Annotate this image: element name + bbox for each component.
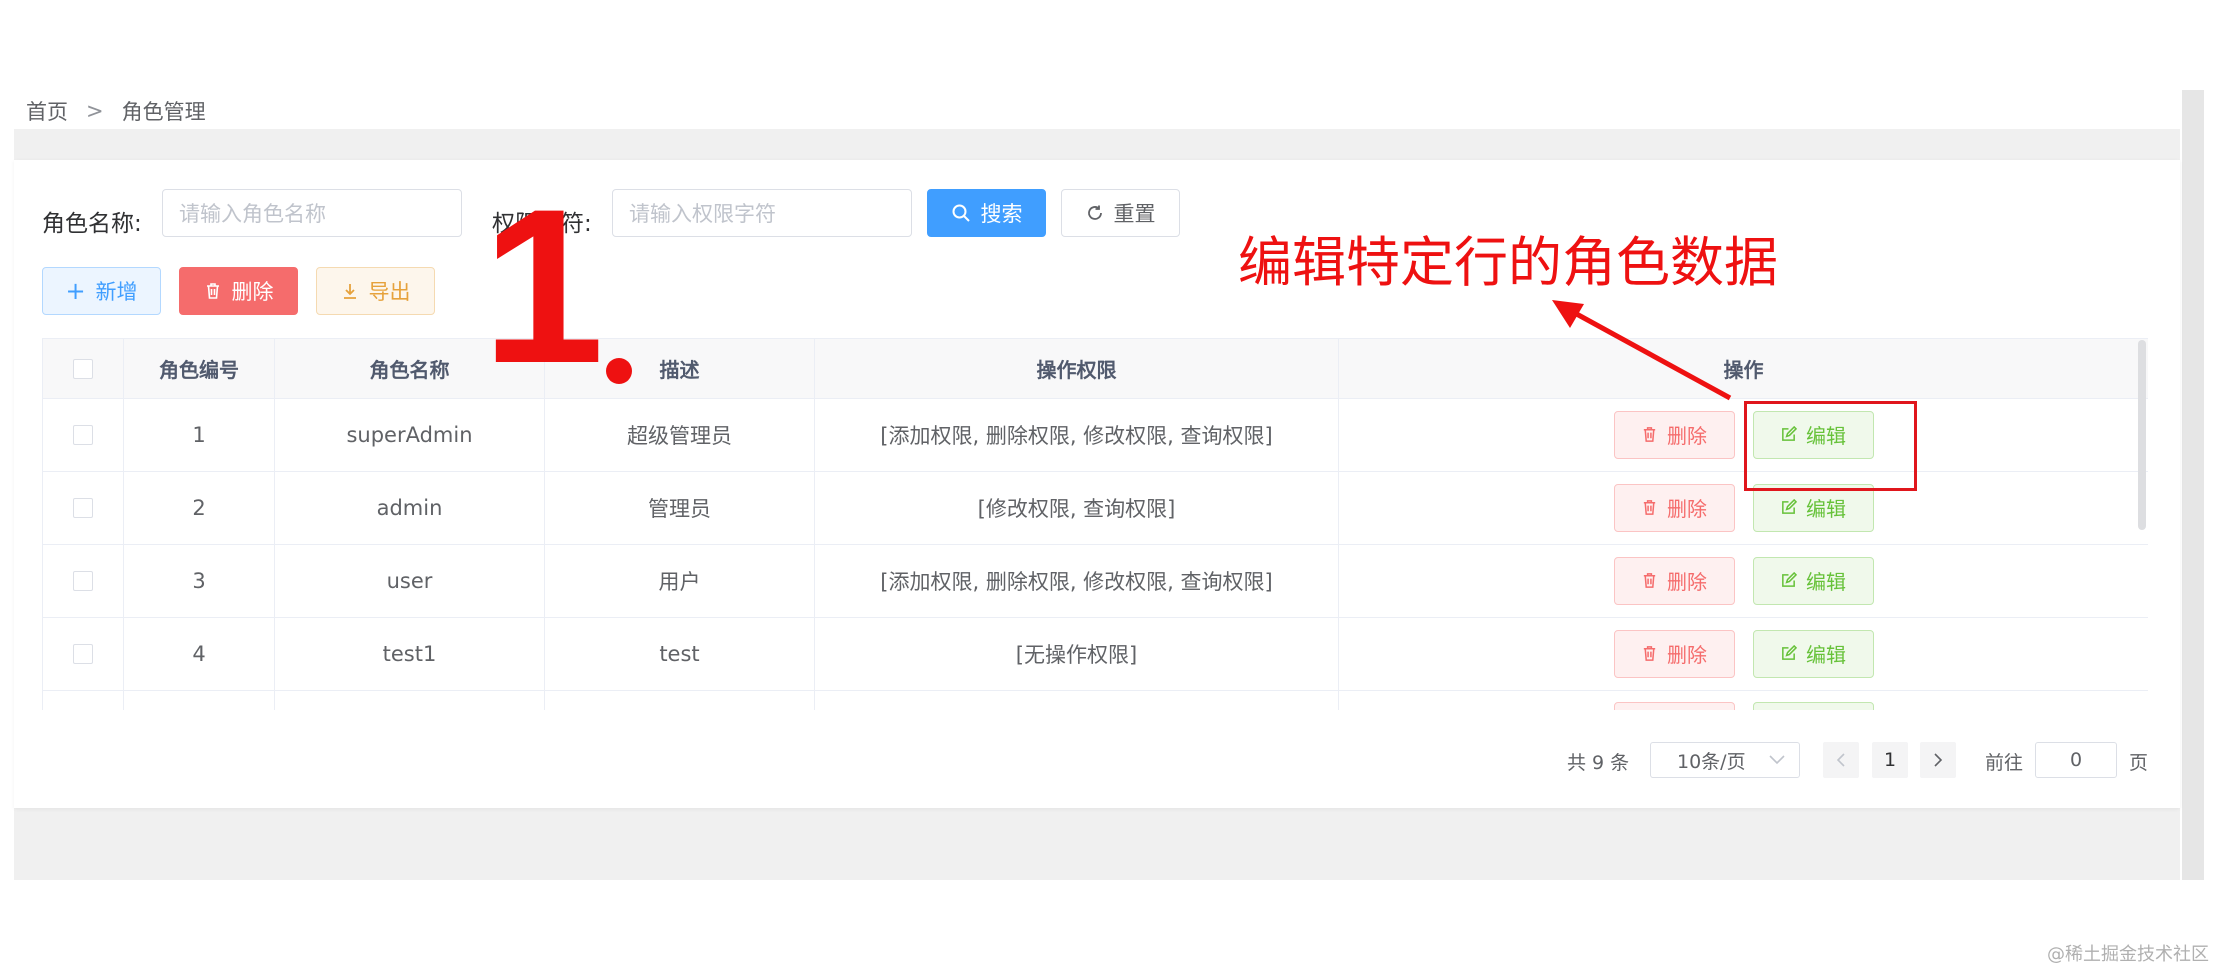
breadcrumb-current: 角色管理 bbox=[121, 100, 206, 124]
table-row: 3 user 用户 [添加权限, 删除权限, 修改权限, 查询权限] 删除 编辑 bbox=[43, 544, 2148, 618]
row-delete-button[interactable]: 删除 bbox=[1613, 410, 1735, 459]
add-button[interactable]: + 新增 bbox=[42, 267, 161, 315]
row-perms: [添加权限, 删除权限, 修改权限, 查询权限] bbox=[815, 398, 1339, 471]
add-button-label: 新增 bbox=[95, 280, 138, 304]
row-edit-button[interactable]: 编辑 bbox=[1752, 556, 1874, 605]
row-desc: 用户 bbox=[545, 544, 815, 617]
export-button[interactable]: 导出 bbox=[316, 267, 435, 315]
page-size-value: 10条/页 bbox=[1677, 750, 1746, 773]
row-delete-button[interactable]: 删除 bbox=[1613, 629, 1735, 678]
goto-page-input[interactable]: 0 bbox=[2035, 742, 2117, 778]
table-row: 4 test1 test [无操作权限] 删除 编辑 bbox=[43, 617, 2148, 691]
row-actions: 删除 编辑 bbox=[1339, 617, 2148, 690]
row-perms: [无操作权限] bbox=[815, 617, 1339, 690]
table-row bbox=[43, 690, 2148, 710]
export-button-label: 导出 bbox=[368, 280, 411, 304]
chevron-right-icon bbox=[1934, 753, 1943, 767]
search-icon bbox=[952, 204, 970, 222]
chevron-down-icon bbox=[1769, 755, 1785, 765]
row-edit-button[interactable] bbox=[1752, 702, 1874, 710]
row-delete-button[interactable]: 删除 bbox=[1613, 556, 1735, 605]
row-edit-label: 编辑 bbox=[1806, 643, 1846, 667]
role-table: 角色编号 角色名称 描述 操作权限 操作 1 superAdmin 超级管理员 … bbox=[42, 338, 2148, 710]
download-icon bbox=[343, 284, 356, 299]
edit-icon bbox=[1782, 572, 1797, 587]
trash-icon bbox=[206, 283, 219, 299]
row-delete-label: 删除 bbox=[1667, 570, 1707, 594]
edit-icon bbox=[1782, 645, 1797, 660]
row-id: 4 bbox=[124, 617, 275, 690]
row-edit-label: 编辑 bbox=[1806, 497, 1846, 521]
col-role-id: 角色编号 bbox=[124, 339, 275, 398]
right-scroll-strip bbox=[2182, 90, 2204, 880]
chevron-left-icon bbox=[1836, 753, 1845, 767]
row-name: user bbox=[275, 544, 545, 617]
row-perms: [添加权限, 删除权限, 修改权限, 查询权限] bbox=[815, 544, 1339, 617]
role-name-input[interactable]: 请输入角色名称 bbox=[162, 189, 462, 237]
annotation-highlight-box bbox=[1744, 401, 1917, 491]
delete-button-label: 删除 bbox=[231, 280, 274, 304]
pagination-total: 共 9 条 bbox=[1567, 752, 1630, 774]
page-suffix: 页 bbox=[2129, 752, 2149, 774]
plus-icon: + bbox=[65, 277, 86, 305]
trash-icon bbox=[1643, 500, 1656, 515]
row-delete-label: 删除 bbox=[1667, 497, 1707, 521]
row-checkbox[interactable] bbox=[73, 643, 93, 664]
edit-icon bbox=[1782, 499, 1797, 514]
row-name: test1 bbox=[275, 617, 545, 690]
annotation-dot bbox=[606, 358, 632, 384]
breadcrumb: 首页 > 角色管理 bbox=[26, 96, 206, 126]
refresh-icon bbox=[1087, 205, 1102, 220]
row-name: admin bbox=[275, 471, 545, 544]
row-desc: 管理员 bbox=[545, 471, 815, 544]
row-edit-button[interactable]: 编辑 bbox=[1752, 629, 1874, 678]
row-delete-button[interactable] bbox=[1613, 702, 1735, 710]
table-header: 角色编号 角色名称 描述 操作权限 操作 bbox=[43, 339, 2148, 399]
trash-icon bbox=[1643, 427, 1656, 442]
search-button[interactable]: 搜索 bbox=[927, 189, 1046, 237]
row-delete-label: 删除 bbox=[1667, 424, 1707, 448]
breadcrumb-home[interactable]: 首页 bbox=[26, 96, 68, 126]
row-delete-label: 删除 bbox=[1667, 643, 1707, 667]
trash-icon bbox=[1643, 646, 1656, 661]
row-perms: [修改权限, 查询权限] bbox=[815, 471, 1339, 544]
annotation-arrow bbox=[1552, 300, 1732, 401]
breadcrumb-separator: > bbox=[86, 99, 104, 123]
row-checkbox[interactable] bbox=[73, 570, 93, 591]
row-edit-label: 编辑 bbox=[1806, 570, 1846, 594]
col-permissions: 操作权限 bbox=[815, 339, 1339, 398]
prev-page-button[interactable] bbox=[1823, 742, 1859, 778]
goto-label: 前往 bbox=[1985, 752, 2024, 774]
table-scrollbar[interactable] bbox=[2138, 340, 2146, 530]
annotation-number: 1 bbox=[482, 163, 605, 409]
next-page-button[interactable] bbox=[1920, 742, 1956, 778]
row-desc: test bbox=[545, 617, 815, 690]
row-id: 2 bbox=[124, 471, 275, 544]
select-all-checkbox[interactable] bbox=[73, 358, 93, 379]
row-checkbox[interactable] bbox=[73, 497, 93, 518]
search-button-label: 搜索 bbox=[980, 202, 1023, 226]
trash-icon bbox=[1643, 573, 1656, 588]
watermark: @稀土掘金技术社区 bbox=[2047, 944, 2209, 965]
reset-button[interactable]: 重置 bbox=[1061, 189, 1180, 237]
page-number-button[interactable]: 1 bbox=[1872, 742, 1908, 778]
perm-input[interactable]: 请输入权限字符 bbox=[612, 189, 912, 237]
row-id: 1 bbox=[124, 398, 275, 471]
delete-button[interactable]: 删除 bbox=[179, 267, 298, 315]
annotation-text: 编辑特定行的角色数据 bbox=[1238, 231, 1778, 294]
reset-button-label: 重置 bbox=[1113, 202, 1156, 226]
page-size-select[interactable]: 10条/页 bbox=[1650, 742, 1800, 778]
row-id: 3 bbox=[124, 544, 275, 617]
row-actions: 删除 编辑 bbox=[1339, 544, 2148, 617]
role-name-label: 角色名称: bbox=[42, 211, 142, 237]
row-delete-button[interactable]: 删除 bbox=[1613, 483, 1735, 532]
row-checkbox[interactable] bbox=[73, 424, 93, 445]
